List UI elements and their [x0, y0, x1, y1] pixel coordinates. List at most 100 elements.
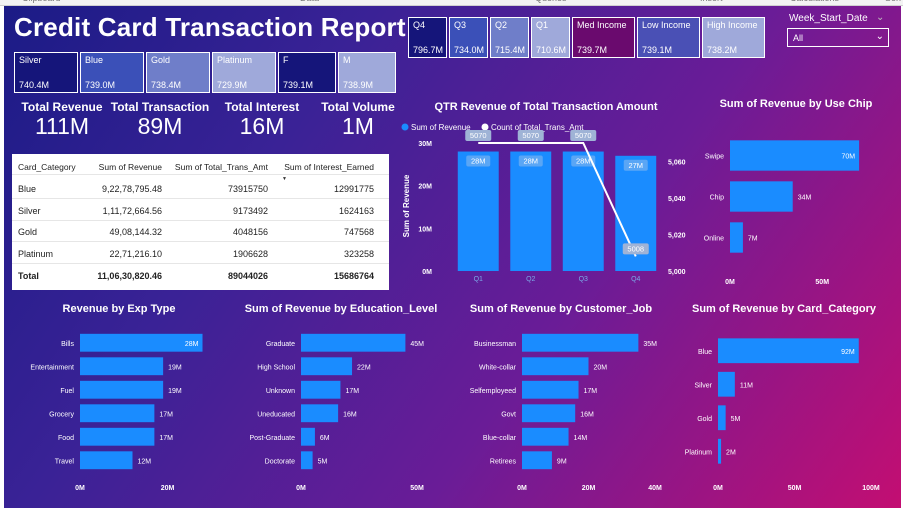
data-label: 17M — [159, 435, 173, 442]
kpi-value: 89M — [137, 113, 183, 139]
quarter-tile[interactable]: Q4 796.7M — [408, 17, 447, 58]
bar[interactable] — [301, 451, 313, 470]
bar[interactable] — [80, 357, 164, 376]
quarter-tile-value: 715.4M — [495, 45, 526, 55]
bar[interactable] — [718, 338, 859, 364]
category-label: Grocery — [49, 411, 74, 418]
legend-label: Sum of Revenue — [411, 123, 471, 132]
quarter-tile-value: 796.7M — [413, 45, 444, 55]
ribbon-group-label: Sen — [885, 0, 901, 3]
card-category-tile-value: 729.9M — [217, 80, 248, 90]
line-data-label: 5070 — [470, 131, 487, 140]
bar[interactable] — [510, 151, 552, 271]
x-tick-label: Q2 — [526, 276, 535, 283]
kpi-value: 16M — [239, 113, 285, 139]
category-label: Silver — [694, 382, 712, 389]
y-tick-label: 30M — [418, 141, 432, 148]
bar[interactable] — [301, 333, 406, 352]
bar[interactable] — [301, 404, 339, 423]
category-label: Graduate — [266, 341, 295, 348]
category-label: Blue — [698, 349, 712, 356]
bar[interactable] — [301, 357, 353, 376]
data-label: 16M — [343, 411, 357, 418]
x-tick-label: 0M — [296, 485, 306, 492]
bar[interactable] — [522, 404, 576, 423]
category-label: High School — [257, 364, 295, 371]
bar[interactable] — [562, 151, 604, 271]
y2-tick-label: 5,060 — [668, 159, 686, 166]
y2-tick-label: 5,020 — [668, 232, 686, 239]
card-category-tile-label: Platinum — [217, 55, 253, 65]
kpi-value: 111M — [34, 113, 90, 139]
chart-title: Sum of Revenue by Card_Category — [692, 303, 877, 315]
gender-tile[interactable]: F 739.1M — [278, 52, 336, 93]
bar[interactable] — [730, 181, 793, 212]
category-label: Selfemployeed — [470, 388, 516, 395]
data-label: 17M — [584, 388, 598, 395]
card-category-tile[interactable]: Silver 740.4M — [14, 52, 78, 93]
card-category-tile-label: Gold — [151, 55, 171, 65]
bar[interactable] — [718, 438, 722, 464]
card-category-tile-label: Silver — [19, 55, 42, 65]
category-label: Blue-collar — [483, 435, 517, 442]
category-label: Online — [704, 236, 724, 243]
ribbon-group-label: Insert — [700, 0, 723, 3]
income-tile[interactable]: Med Income 739.7M — [572, 17, 635, 58]
category-label: Gold — [697, 416, 712, 423]
y-tick-label: 20M — [418, 184, 432, 191]
bar[interactable] — [522, 357, 589, 376]
bar[interactable] — [522, 451, 552, 470]
card-category-tile[interactable]: Blue 739.0M — [80, 52, 144, 93]
card-category-tile[interactable]: Platinum 729.9M — [212, 52, 276, 93]
quarter-tile[interactable]: Q3 734.0M — [449, 17, 488, 58]
card-category-tile[interactable]: Gold 738.4M — [146, 52, 210, 93]
bar[interactable] — [301, 427, 315, 446]
bar[interactable] — [80, 451, 133, 470]
bar[interactable] — [80, 427, 155, 446]
category-label: Food — [58, 435, 74, 442]
kpi-card: Total Interest 16M — [210, 100, 314, 139]
chart-title: Sum of Revenue by Use Chip — [720, 98, 873, 110]
data-label: 45M — [410, 341, 424, 348]
data-label: 6M — [320, 435, 330, 442]
quarter-tile[interactable]: Q1 710.6M — [531, 17, 570, 58]
ribbon-group-label: Queries — [535, 0, 567, 3]
bar[interactable] — [522, 380, 579, 399]
bar[interactable] — [730, 222, 743, 253]
x-tick-label: 50M — [788, 485, 802, 492]
bar[interactable] — [718, 405, 726, 431]
report-canvas: Credit Card Transaction Report Week_Star… — [4, 6, 901, 508]
bar[interactable] — [80, 380, 164, 399]
data-label: 28M — [185, 341, 199, 348]
line-series — [478, 142, 637, 257]
bar[interactable] — [718, 371, 735, 397]
kpi-label: Total Revenue — [21, 100, 103, 114]
x-tick-label: 40M — [648, 485, 662, 492]
income-tile[interactable]: Low Income 739.1M — [637, 17, 700, 58]
gender-tile[interactable]: M 738.9M — [338, 52, 396, 93]
card-category-tile-value: 739.0M — [85, 80, 116, 90]
data-label: 7M — [748, 236, 758, 243]
x-tick-label: Q3 — [579, 276, 588, 283]
quarter-tile[interactable]: Q2 715.4M — [490, 17, 529, 58]
bar[interactable] — [730, 140, 860, 171]
income-tile[interactable]: High Income 738.2M — [702, 17, 765, 58]
data-label: 2M — [726, 449, 736, 456]
y2-tick-label: 5,000 — [668, 269, 686, 276]
card-category-tile-label: Blue — [85, 55, 104, 65]
category-label: Doctorate — [265, 458, 295, 465]
data-label: 17M — [345, 388, 359, 395]
bar[interactable] — [522, 427, 569, 446]
x-tick-label: Q1 — [474, 276, 483, 283]
bar[interactable] — [522, 333, 639, 352]
card-category-tile-value: 738.4M — [151, 80, 182, 90]
quarter-tile-label: Q4 — [413, 20, 426, 30]
quarter-tile-label: Q2 — [495, 20, 508, 30]
bar[interactable] — [457, 151, 499, 271]
gender-tile-label: F — [283, 55, 289, 65]
gender-tile-label: M — [343, 55, 351, 65]
bar[interactable] — [80, 404, 155, 423]
income-tile-value: 739.7M — [577, 45, 608, 55]
bar[interactable] — [301, 380, 341, 399]
data-label: 92M — [841, 349, 855, 356]
